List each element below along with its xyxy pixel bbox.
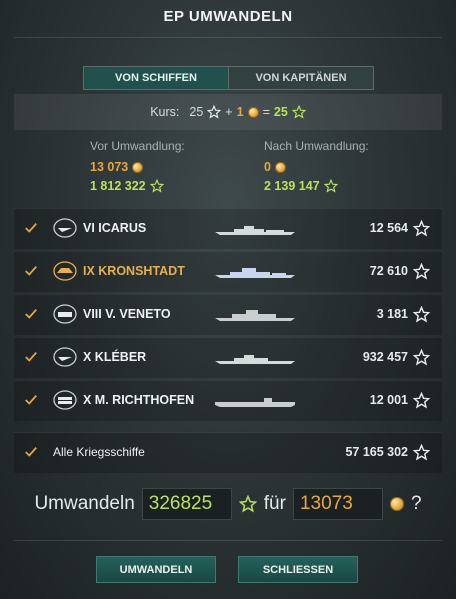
cruiser-icon bbox=[53, 261, 77, 281]
star-icon bbox=[413, 392, 430, 409]
ship-row[interactable]: X M. RICHTHOFEN 12 001 bbox=[14, 380, 442, 421]
ship-name: IX KRONSHTADT bbox=[83, 264, 185, 278]
ship-name: VIII V. VENETO bbox=[83, 307, 171, 321]
tab-from-ships[interactable]: VON SCHIFFEN bbox=[84, 67, 229, 89]
ship-silhouette-icon bbox=[215, 355, 295, 364]
gold-coin-icon bbox=[247, 106, 259, 118]
after-conversion: Nach Umwandlung: 0 2 139 147 bbox=[264, 139, 369, 198]
checkmark-icon[interactable] bbox=[24, 350, 38, 364]
star-icon bbox=[413, 220, 430, 237]
star-icon bbox=[291, 105, 306, 119]
rate-gold: 1 bbox=[236, 105, 244, 119]
gold-amount-input[interactable]: 13073 bbox=[292, 488, 383, 520]
ship-row[interactable]: X KLÉBER 932 457 bbox=[14, 337, 442, 378]
gold-coin-icon bbox=[389, 497, 404, 511]
ship-silhouette-icon bbox=[215, 268, 295, 278]
ship-row[interactable]: VI ICARUS 12 564 bbox=[14, 208, 442, 249]
after-label: Nach Umwandlung: bbox=[264, 139, 369, 153]
close-button[interactable]: SCHLIESSEN bbox=[238, 556, 358, 583]
ship-name: X KLÉBER bbox=[83, 350, 147, 364]
checkmark-icon[interactable] bbox=[24, 445, 38, 459]
ship-name: X M. RICHTHOFEN bbox=[83, 393, 195, 407]
ship-value: 3 181 bbox=[376, 307, 408, 321]
star-icon bbox=[413, 444, 430, 461]
ship-list: VI ICARUS 12 564 IX KRONSHTADT 72 610 VI… bbox=[14, 208, 442, 423]
before-ep: 1 812 322 bbox=[90, 179, 146, 193]
dialog-title: EP UMWANDELN bbox=[163, 8, 293, 25]
divider bbox=[14, 540, 442, 541]
ship-name: VI ICARUS bbox=[83, 221, 147, 235]
checkmark-icon[interactable] bbox=[24, 307, 38, 321]
carrier-icon bbox=[53, 390, 77, 410]
checkmark-icon[interactable] bbox=[24, 393, 38, 407]
rate-prefix: Kurs: bbox=[150, 105, 180, 119]
convert-for: für bbox=[263, 493, 286, 514]
exchange-rate: Kurs: 25 + 1 = 25 bbox=[14, 94, 442, 130]
gold-coin-icon bbox=[274, 161, 286, 173]
ep-amount-input[interactable]: 326825 bbox=[141, 488, 232, 520]
star-icon bbox=[207, 105, 222, 119]
divider bbox=[14, 37, 442, 38]
convert-button[interactable]: UMWANDELN bbox=[96, 556, 216, 583]
battleship-icon bbox=[53, 304, 77, 324]
ship-value: 72 610 bbox=[369, 264, 408, 278]
before-conversion: Vor Umwandlung: 13 073 1 812 322 bbox=[90, 139, 185, 198]
destroyer-icon bbox=[53, 347, 77, 367]
ship-silhouette-icon bbox=[215, 226, 295, 235]
tab-from-captains[interactable]: VON KAPITÄNEN bbox=[229, 67, 373, 89]
ship-row[interactable]: IX KRONSHTADT 72 610 bbox=[14, 251, 442, 292]
rate-right: 25 bbox=[273, 105, 288, 119]
ship-value: 932 457 bbox=[362, 350, 408, 364]
star-icon bbox=[323, 179, 338, 193]
ship-row[interactable]: VIII V. VENETO 3 181 bbox=[14, 294, 442, 335]
ship-value: 12 564 bbox=[369, 221, 408, 235]
before-label: Vor Umwandlung: bbox=[90, 139, 185, 153]
star-icon bbox=[238, 495, 257, 513]
star-icon bbox=[149, 179, 164, 193]
all-warships-row[interactable]: Alle Kriegsschiffe 57 165 302 bbox=[14, 432, 442, 473]
after-gold: 0 bbox=[264, 160, 271, 174]
checkmark-icon[interactable] bbox=[24, 221, 38, 235]
rate-left: 25 bbox=[189, 105, 204, 119]
convert-prefix: Umwandeln bbox=[34, 493, 135, 514]
convert-suffix: ? bbox=[410, 493, 422, 514]
star-icon bbox=[413, 306, 430, 323]
after-ep: 2 139 147 bbox=[264, 179, 320, 193]
before-gold: 13 073 bbox=[90, 160, 129, 174]
tab-bar: VON SCHIFFEN VON KAPITÄNEN bbox=[83, 66, 374, 90]
gold-coin-icon bbox=[132, 161, 144, 173]
checkmark-icon[interactable] bbox=[24, 264, 38, 278]
all-warships-value: 57 165 302 bbox=[345, 445, 408, 459]
destroyer-icon bbox=[53, 218, 77, 238]
star-icon bbox=[413, 349, 430, 366]
ship-value: 12 001 bbox=[369, 393, 408, 407]
all-warships-label: Alle Kriegsschiffe bbox=[53, 445, 145, 459]
ship-silhouette-icon bbox=[215, 310, 295, 321]
rate-plus: + bbox=[225, 105, 233, 119]
star-icon bbox=[413, 263, 430, 280]
ship-silhouette-icon bbox=[215, 398, 295, 407]
rate-equals: = bbox=[262, 105, 270, 119]
convert-summary: Umwandeln 326825 für 13073 ? bbox=[0, 487, 456, 521]
